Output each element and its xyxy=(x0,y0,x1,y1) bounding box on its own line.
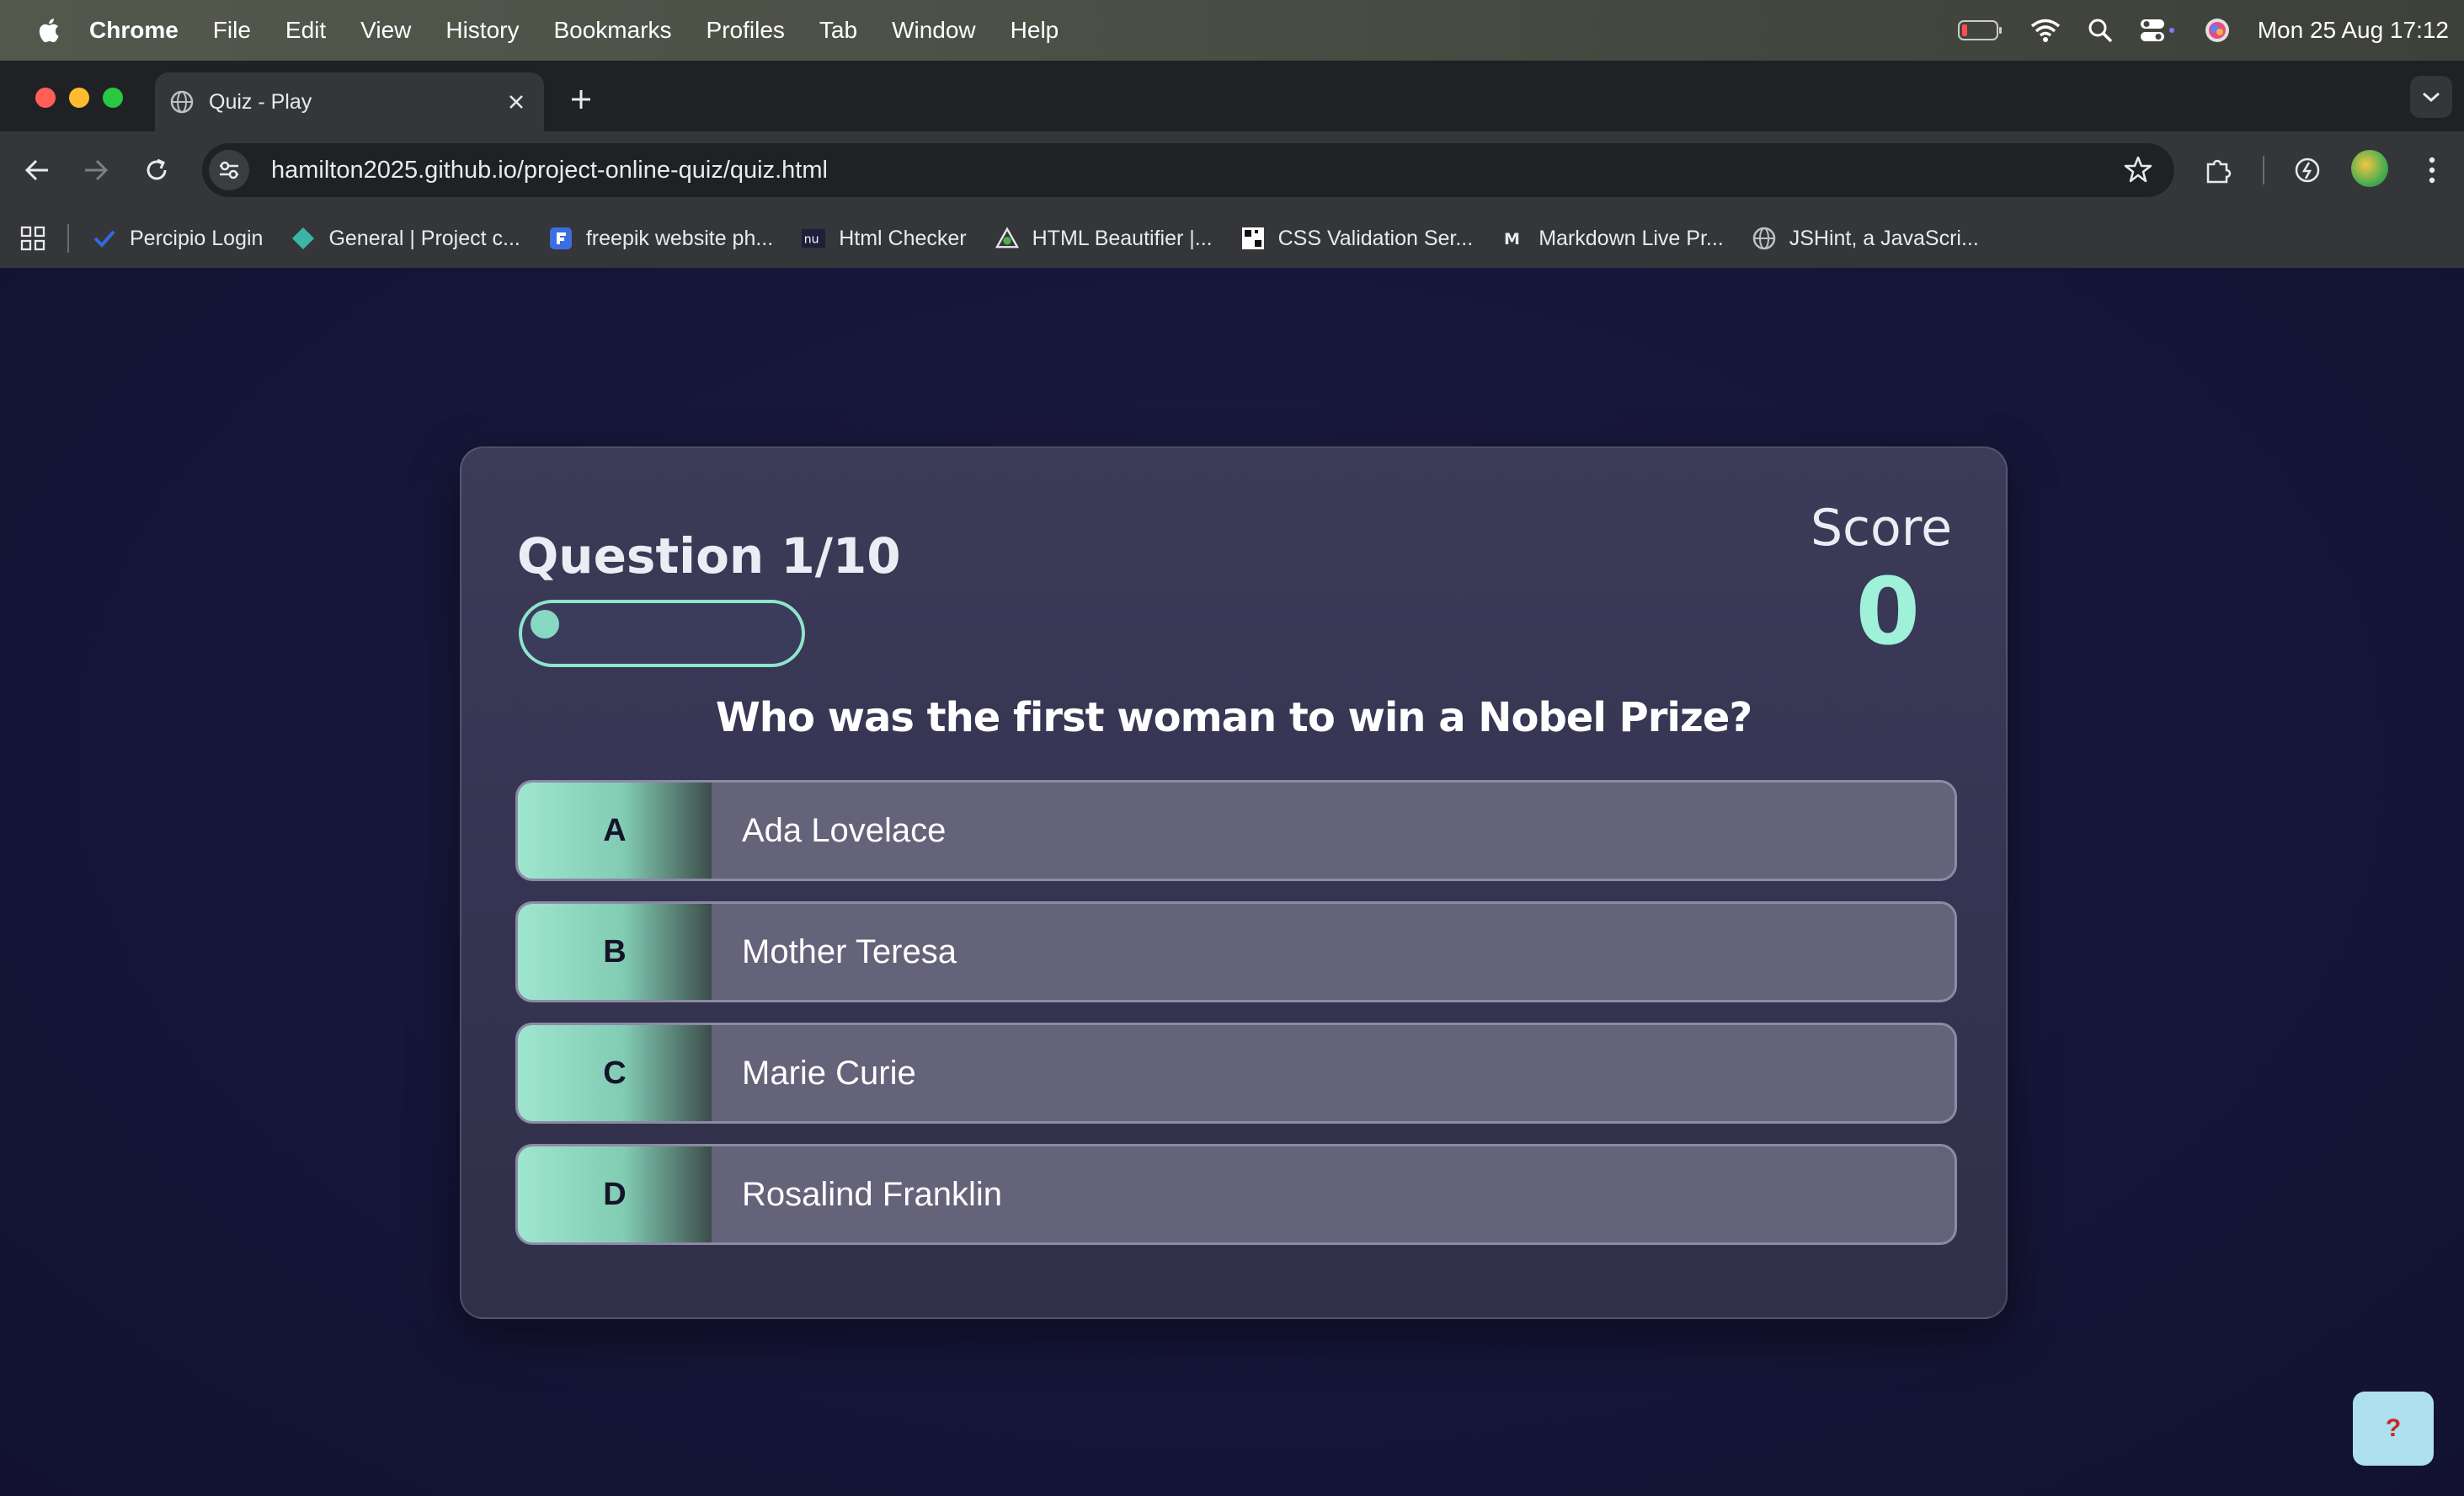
bookmark-label: CSS Validation Ser... xyxy=(1277,226,1474,250)
active-tab[interactable]: Quiz - Play xyxy=(155,72,544,131)
bookmark-label: JSHint, a JavaScri... xyxy=(1789,226,1979,250)
menu-history[interactable]: History xyxy=(445,17,519,44)
menu-profiles[interactable]: Profiles xyxy=(707,17,785,44)
back-arrow-icon[interactable] xyxy=(19,152,56,189)
bookmark-label: Markdown Live Pr... xyxy=(1539,226,1724,250)
beautifier-icon xyxy=(995,227,1019,250)
bookmark-jshint[interactable]: JSHint, a JavaScri... xyxy=(1752,227,1979,251)
answer-option-b[interactable]: B Mother Teresa xyxy=(515,901,1957,1002)
tab-title: Quiz - Play xyxy=(209,89,312,114)
markdown-icon: M xyxy=(1501,227,1525,250)
bookmark-html-beautifier[interactable]: HTML Beautifier |... xyxy=(995,227,1213,251)
apple-logo-icon[interactable] xyxy=(34,15,61,45)
window-close-button[interactable] xyxy=(35,88,56,108)
question-text: Who was the first woman to win a Nobel P… xyxy=(715,694,1752,741)
menu-file[interactable]: File xyxy=(213,17,251,44)
answer-option-a[interactable]: A Ada Lovelace xyxy=(515,780,1957,881)
progress-bar xyxy=(519,600,805,667)
toolbar-divider xyxy=(2245,152,2282,189)
wifi-icon[interactable] xyxy=(2030,19,2061,42)
url-text[interactable]: hamilton2025.github.io/project-online-qu… xyxy=(271,157,828,184)
chrome-menu-kebab-icon[interactable] xyxy=(2413,152,2451,189)
score-value: 0 xyxy=(1855,558,1920,665)
answer-text: Rosalind Franklin xyxy=(742,1175,1003,1213)
svg-text:M: M xyxy=(1504,230,1520,248)
extensions-puzzle-icon[interactable] xyxy=(2200,152,2237,189)
tab-search-chevron-icon[interactable] xyxy=(2410,76,2452,118)
new-tab-plus-icon[interactable] xyxy=(564,83,598,116)
quiz-card: Question 1/10 Score 0 Who was the first … xyxy=(460,446,2008,1319)
answer-option-c[interactable]: C Marie Curie xyxy=(515,1023,1957,1124)
apps-grid-icon[interactable] xyxy=(20,226,45,251)
battery-icon[interactable] xyxy=(1957,19,2003,41)
bookmark-percipio-login[interactable]: Percipio Login xyxy=(93,227,263,251)
answer-text: Ada Lovelace xyxy=(742,811,947,849)
control-center-icon[interactable] xyxy=(2140,18,2177,43)
menu-bar-clock[interactable]: Mon 25 Aug 17:12 xyxy=(2258,17,2449,44)
spotlight-search-icon[interactable] xyxy=(2088,18,2113,43)
answer-option-d[interactable]: D Rosalind Franklin xyxy=(515,1144,1957,1245)
score-label: Score xyxy=(1810,499,1952,558)
bookmark-css-validation[interactable]: CSS Validation Ser... xyxy=(1241,226,1474,251)
bookmark-html-checker[interactable]: nu Html Checker xyxy=(802,226,967,251)
answer-letter: D xyxy=(518,1146,712,1242)
answer-letter: A xyxy=(518,783,712,879)
progress-bar-fill xyxy=(531,610,559,638)
menu-bookmarks[interactable]: Bookmarks xyxy=(553,17,671,44)
globe-icon xyxy=(1752,227,1776,250)
freepik-icon xyxy=(549,227,573,250)
diamond-icon xyxy=(291,227,315,250)
menu-tab[interactable]: Tab xyxy=(819,17,857,44)
bookmarks-divider xyxy=(67,224,69,253)
reload-icon[interactable] xyxy=(138,152,175,189)
menu-help[interactable]: Help xyxy=(1011,17,1059,44)
site-info-tune-icon[interactable] xyxy=(209,150,249,190)
performance-icon[interactable] xyxy=(2289,152,2326,189)
nu-icon: nu xyxy=(802,227,826,250)
check-icon xyxy=(93,227,116,250)
window-zoom-button[interactable] xyxy=(103,88,123,108)
bookmark-label: General | Project c... xyxy=(328,226,520,250)
globe-icon xyxy=(170,90,194,114)
answer-text: Marie Curie xyxy=(742,1054,916,1092)
address-bar[interactable]: hamilton2025.github.io/project-online-qu… xyxy=(202,143,2174,197)
answer-list: A Ada Lovelace B Mother Teresa C Marie C… xyxy=(515,780,1957,1265)
answer-letter: B xyxy=(518,904,712,1000)
bookmark-freepik[interactable]: freepik website ph... xyxy=(549,227,773,251)
answer-text: Mother Teresa xyxy=(742,932,957,970)
quiz-page: Question 1/10 Score 0 Who was the first … xyxy=(0,268,2464,1496)
browser-toolbar: hamilton2025.github.io/project-online-qu… xyxy=(0,131,2464,209)
window-minimize-button[interactable] xyxy=(69,88,89,108)
menu-window[interactable]: Window xyxy=(892,17,976,44)
menu-edit[interactable]: Edit xyxy=(285,17,326,44)
css-validation-icon xyxy=(1241,227,1265,250)
bookmark-markdown-live[interactable]: M Markdown Live Pr... xyxy=(1501,227,1724,251)
profile-avatar[interactable] xyxy=(2351,150,2388,187)
siri-icon[interactable] xyxy=(2204,17,2231,44)
svg-text:nu: nu xyxy=(804,233,819,247)
bookmark-label: HTML Beautifier |... xyxy=(1032,226,1213,250)
forward-arrow-icon[interactable] xyxy=(77,152,115,189)
macos-menu-bar: Chrome File Edit View History Bookmarks … xyxy=(0,0,2464,61)
bookmark-star-icon[interactable] xyxy=(2124,155,2152,184)
browser-tab-strip: Quiz - Play xyxy=(0,61,2464,131)
bookmark-label: Percipio Login xyxy=(130,226,264,250)
help-button[interactable]: ? xyxy=(2353,1392,2434,1466)
menu-view[interactable]: View xyxy=(360,17,411,44)
bookmark-general-project[interactable]: General | Project c... xyxy=(291,227,520,251)
tab-close-icon[interactable] xyxy=(504,89,529,115)
bookmark-label: freepik website ph... xyxy=(585,226,774,250)
question-counter: Question 1/10 xyxy=(517,527,901,585)
bookmarks-bar: Percipio Login General | Project c... fr… xyxy=(0,209,2464,268)
bookmark-label: Html Checker xyxy=(839,226,967,250)
menu-chrome[interactable]: Chrome xyxy=(89,17,179,44)
answer-letter: C xyxy=(518,1025,712,1121)
